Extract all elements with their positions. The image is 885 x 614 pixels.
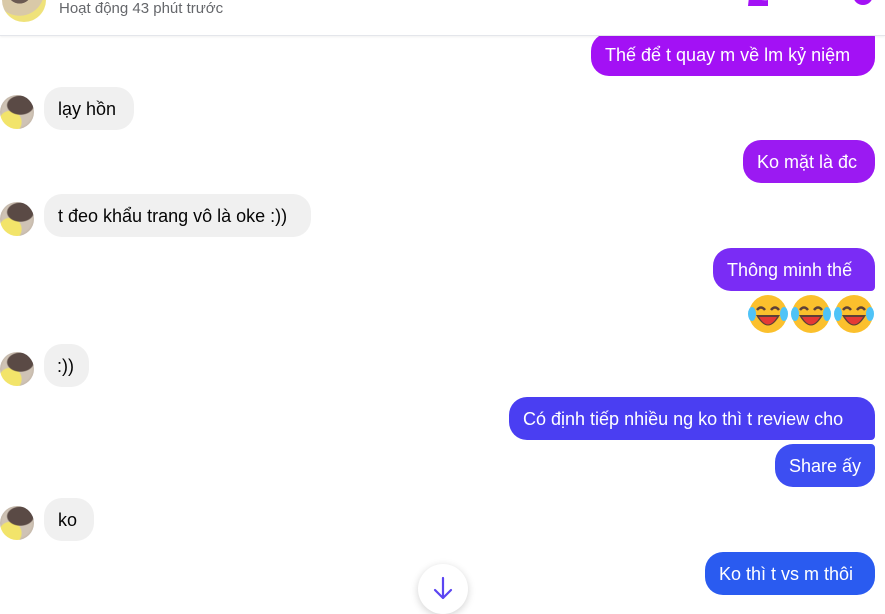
- message-bubble-incoming[interactable]: t đeo khẩu trang vô là oke :)): [44, 194, 311, 237]
- chat-header: Hoạt động 43 phút trước: [0, 0, 885, 36]
- info-icon[interactable]: [852, 0, 874, 6]
- contact-status: Hoạt động 43 phút trước: [59, 0, 224, 17]
- message-bubble-outgoing[interactable]: Thông minh thế: [713, 248, 875, 291]
- phone-icon[interactable]: [748, 0, 770, 6]
- message-bubble-incoming[interactable]: ko: [44, 498, 94, 541]
- message-bubble-outgoing[interactable]: Có định tiếp nhiều ng ko thì t review ch…: [509, 397, 875, 440]
- message-text: Ko mặt là đc: [757, 151, 858, 172]
- video-icon[interactable]: [800, 0, 822, 6]
- laughing-tears-emoji-icon: [748, 295, 788, 333]
- message-text: Thế để t quay m về lm kỷ niệm: [605, 44, 851, 65]
- contact-avatar[interactable]: [0, 352, 34, 386]
- message-text: ko: [58, 509, 78, 530]
- contact-avatar[interactable]: [0, 202, 34, 236]
- message-text: lạy hồn: [58, 98, 117, 119]
- message-bubble-outgoing[interactable]: Ko mặt là đc: [743, 140, 875, 183]
- laughing-tears-emoji-icon: [791, 295, 831, 333]
- contact-avatar[interactable]: [2, 0, 46, 22]
- contact-avatar[interactable]: [0, 506, 34, 540]
- message-bubble-incoming[interactable]: :)): [44, 344, 89, 387]
- message-text: Có định tiếp nhiều ng ko thì t review ch…: [523, 408, 844, 429]
- message-text: :)): [57, 355, 74, 376]
- scroll-to-bottom-button[interactable]: [418, 564, 468, 614]
- message-bubble-outgoing[interactable]: Share ấy: [775, 444, 875, 487]
- message-text: t đeo khẩu trang vô là oke :)): [58, 205, 288, 226]
- message-text: Ko thì t vs m thôi: [719, 563, 854, 584]
- laughing-tears-emoji-icon: [834, 295, 874, 333]
- message-bubble-outgoing[interactable]: Ko thì t vs m thôi: [705, 552, 875, 595]
- message-bubble-incoming[interactable]: lạy hồn: [44, 87, 134, 130]
- contact-avatar[interactable]: [0, 95, 34, 129]
- message-text: Share ấy: [789, 455, 862, 476]
- arrow-down-icon: [433, 576, 453, 600]
- message-bubble-outgoing[interactable]: Thế để t quay m về lm kỷ niệm: [591, 33, 875, 76]
- message-text: Thông minh thế: [727, 259, 853, 280]
